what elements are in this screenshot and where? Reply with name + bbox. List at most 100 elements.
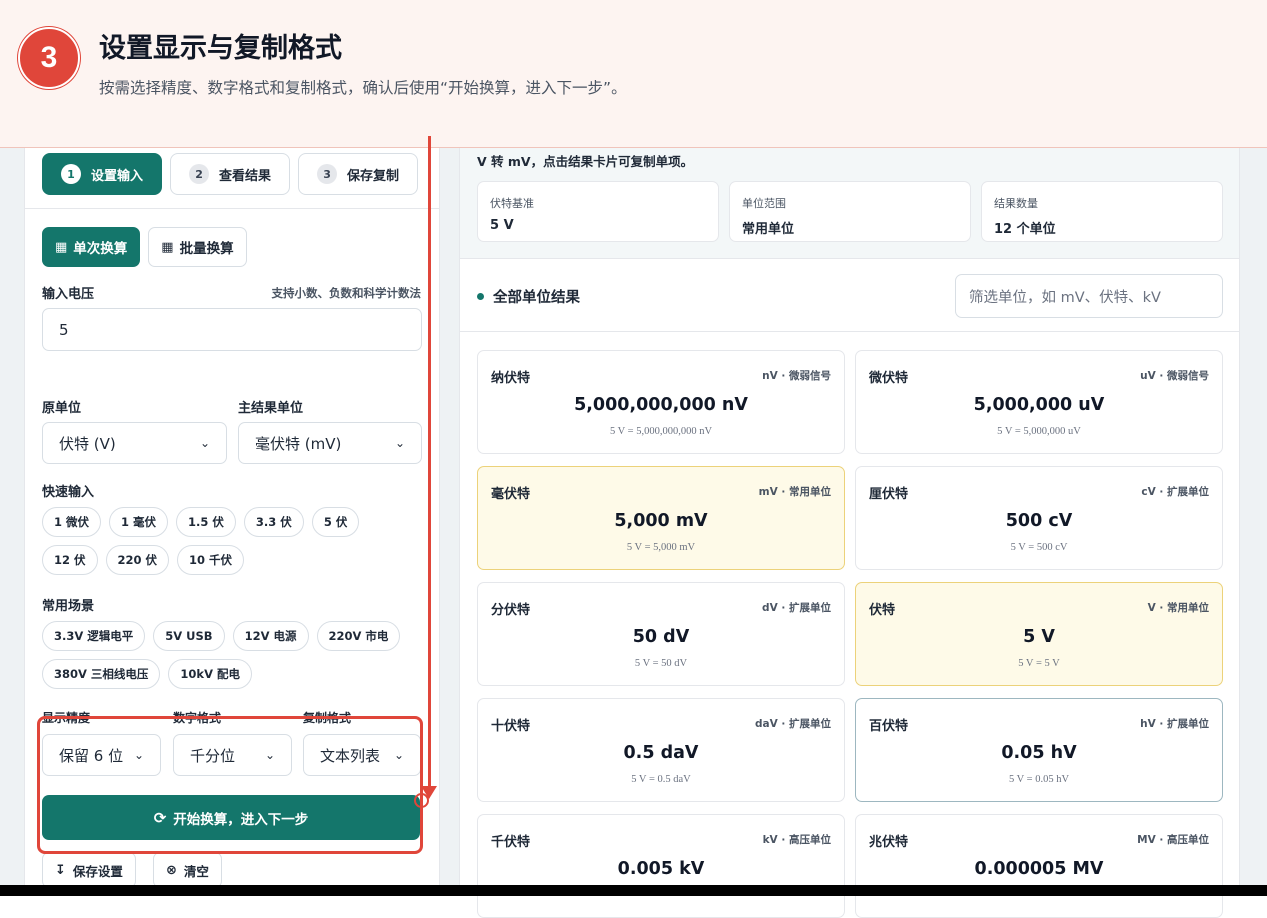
- quick-chip[interactable]: 1 毫伏: [109, 507, 169, 537]
- tab-view-results[interactable]: 2 查看结果: [170, 153, 291, 195]
- card-value: 5,000,000 uV: [973, 395, 1105, 415]
- quick-chip[interactable]: 5 伏: [311, 507, 360, 537]
- tab-set-input[interactable]: 1 设置输入: [42, 153, 163, 195]
- scene-chip[interactable]: 12V 电源: [232, 621, 309, 651]
- save-settings-button[interactable]: ↧ 保存设置: [42, 852, 136, 888]
- unit-filter-input[interactable]: 筛选单位，如 mV、伏特、kV: [955, 274, 1223, 318]
- banner-title: 设置显示与复制格式: [99, 33, 342, 64]
- result-card[interactable]: 厘伏特 cV · 扩展单位 500 cV 5 V = 500 cV: [855, 466, 1223, 570]
- card-tag: daV · 扩展单位: [754, 718, 831, 730]
- tab-save-copy[interactable]: 3 保存复制: [298, 153, 419, 195]
- quick-chip[interactable]: 220 伏: [105, 545, 170, 575]
- scene-chips: 3.3V 逻辑电平 5V USB 12V 电源 220V 市电 380V 三相线…: [42, 621, 412, 689]
- card-value: 0.05 hV: [1001, 743, 1077, 763]
- chevron-down-icon: ⌄: [199, 436, 210, 450]
- annotation-highlight-box: [37, 716, 423, 854]
- source-unit-label: 原单位: [42, 401, 82, 416]
- card-value: 50 dV: [632, 627, 690, 647]
- step-number-badge: 3: [18, 27, 80, 89]
- clear-icon: ⊗: [166, 862, 177, 878]
- quick-chip[interactable]: 1 微伏: [42, 507, 102, 537]
- download-icon: ↧: [55, 862, 66, 878]
- step-3-icon: 3: [317, 164, 338, 184]
- quick-input-chips: 1 微伏 1 毫伏 1.5 伏 3.3 伏 5 伏 12 伏 220 伏 10 …: [42, 507, 412, 575]
- scene-chip[interactable]: 220V 市电: [316, 621, 401, 651]
- card-tag: V · 常用单位: [1147, 602, 1209, 614]
- quick-chip[interactable]: 1.5 伏: [176, 507, 236, 537]
- card-tag: hV · 扩展单位: [1140, 718, 1209, 730]
- quick-chip[interactable]: 12 伏: [42, 545, 98, 575]
- results-header: 全部单位结果 筛选单位，如 mV、伏特、kV: [460, 258, 1239, 332]
- tab-label: 设置输入: [91, 168, 144, 184]
- results-summary: V 转 mV，点击结果卡片可复制单项。 伏特基准 5 V 单位范围 常用单位 结…: [460, 148, 1239, 258]
- tutorial-banner: 3 设置显示与复制格式 按需选择精度、数字格式和复制格式，确认后使用“开始换算，…: [0, 0, 1267, 148]
- card-tag: dV · 扩展单位: [762, 602, 831, 614]
- card-name: 毫伏特: [491, 487, 531, 502]
- batch-convert-button[interactable]: ▦ 批量换算: [148, 227, 247, 267]
- card-equation: 5 V = 0.05 hV: [1008, 774, 1070, 785]
- card-tag: kV · 高压单位: [762, 834, 831, 846]
- result-card[interactable]: 兆伏特 MV · 高压单位 0.000005 MV: [855, 814, 1223, 918]
- button-label: 清空: [183, 863, 209, 879]
- card-equation: 5 V = 0.5 daV: [631, 774, 691, 785]
- clear-button[interactable]: ⊗ 清空: [153, 852, 222, 888]
- step-1-icon: 1: [61, 164, 81, 184]
- result-card[interactable]: 十伏特 daV · 扩展单位 0.5 daV 5 V = 0.5 daV: [477, 698, 845, 802]
- card-tag: MV · 高压单位: [1137, 834, 1209, 846]
- quick-chip[interactable]: 3.3 伏: [243, 507, 304, 537]
- results-note: V 转 mV，点击结果卡片可复制单项。: [477, 154, 694, 169]
- table-icon: ▦: [161, 239, 174, 255]
- card-name: 兆伏特: [869, 835, 909, 850]
- results-panel: V 转 mV，点击结果卡片可复制单项。 伏特基准 5 V 单位范围 常用单位 结…: [459, 148, 1240, 918]
- chevron-down-icon: ⌄: [394, 436, 405, 450]
- status-dot-icon: [477, 293, 484, 300]
- scene-chip[interactable]: 10kV 配电: [168, 659, 252, 689]
- source-unit-select[interactable]: 伏特 (V) ⌄: [42, 422, 227, 464]
- banner-subtitle: 按需选择精度、数字格式和复制格式，确认后使用“开始换算，进入下一步”。: [99, 79, 627, 97]
- voltage-input[interactable]: 5: [42, 308, 422, 351]
- stat-value: 常用单位: [742, 222, 795, 237]
- single-convert-button[interactable]: ▦ 单次换算: [42, 227, 141, 267]
- main-unit-select[interactable]: 毫伏特 (mV) ⌄: [238, 422, 422, 464]
- card-equation: 5 V = 5,000,000 uV: [997, 426, 1081, 437]
- card-equation: 5 V = 5,000,000,000 nV: [609, 426, 713, 437]
- scene-chip[interactable]: 5V USB: [153, 621, 225, 651]
- result-card[interactable]: 伏特 V · 常用单位 5 V 5 V = 5 V: [855, 582, 1223, 686]
- card-equation: 5 V = 50 dV: [634, 658, 688, 669]
- stat-card: 伏特基准 5 V: [477, 181, 719, 242]
- result-card[interactable]: 分伏特 dV · 扩展单位 50 dV 5 V = 50 dV: [477, 582, 845, 686]
- result-card[interactable]: 毫伏特 mV · 常用单位 5,000 mV 5 V = 5,000 mV: [477, 466, 845, 570]
- scene-chip[interactable]: 3.3V 逻辑电平: [42, 621, 146, 651]
- annotation-target-ring: [414, 793, 429, 808]
- calculator-icon: ▦: [55, 239, 68, 255]
- result-card[interactable]: 微伏特 uV · 微弱信号 5,000,000 uV 5 V = 5,000,0…: [855, 350, 1223, 454]
- card-name: 分伏特: [491, 603, 531, 618]
- stat-key: 单位范围: [742, 197, 786, 210]
- stat-value: 5 V: [490, 218, 514, 233]
- card-equation: 5 V = 5 V: [1018, 658, 1060, 669]
- divider: [25, 208, 439, 209]
- annotation-line: [428, 136, 431, 791]
- result-card[interactable]: 千伏特 kV · 高压单位 0.005 kV: [477, 814, 845, 918]
- card-value: 0.000005 MV: [974, 859, 1104, 879]
- card-name: 厘伏特: [869, 487, 909, 502]
- quick-chip[interactable]: 10 千伏: [177, 545, 245, 575]
- result-card[interactable]: 百伏特 hV · 扩展单位 0.05 hV 5 V = 0.05 hV: [855, 698, 1223, 802]
- scene-chip[interactable]: 380V 三相线电压: [42, 659, 161, 689]
- card-name: 千伏特: [491, 835, 531, 850]
- card-name: 微伏特: [869, 371, 909, 386]
- stat-value: 12 个单位: [994, 222, 1056, 237]
- select-value: 毫伏特 (mV): [255, 434, 342, 453]
- card-value: 0.5 daV: [623, 743, 699, 763]
- mode-switch: ▦ 单次换算 ▦ 批量换算: [42, 227, 247, 267]
- input-hint: 支持小数、负数和科学计数法: [271, 286, 422, 300]
- button-label: 保存设置: [72, 863, 123, 879]
- mode-label: 单次换算: [73, 241, 128, 257]
- input-voltage-label: 输入电压: [42, 287, 95, 302]
- result-card[interactable]: 纳伏特 nV · 微弱信号 5,000,000,000 nV 5 V = 5,0…: [477, 350, 845, 454]
- select-value: 伏特 (V): [59, 434, 116, 453]
- card-value: 5,000 mV: [614, 511, 708, 531]
- card-name: 纳伏特: [491, 371, 531, 386]
- card-value: 0.005 kV: [617, 859, 705, 879]
- tab-label: 保存复制: [347, 168, 400, 184]
